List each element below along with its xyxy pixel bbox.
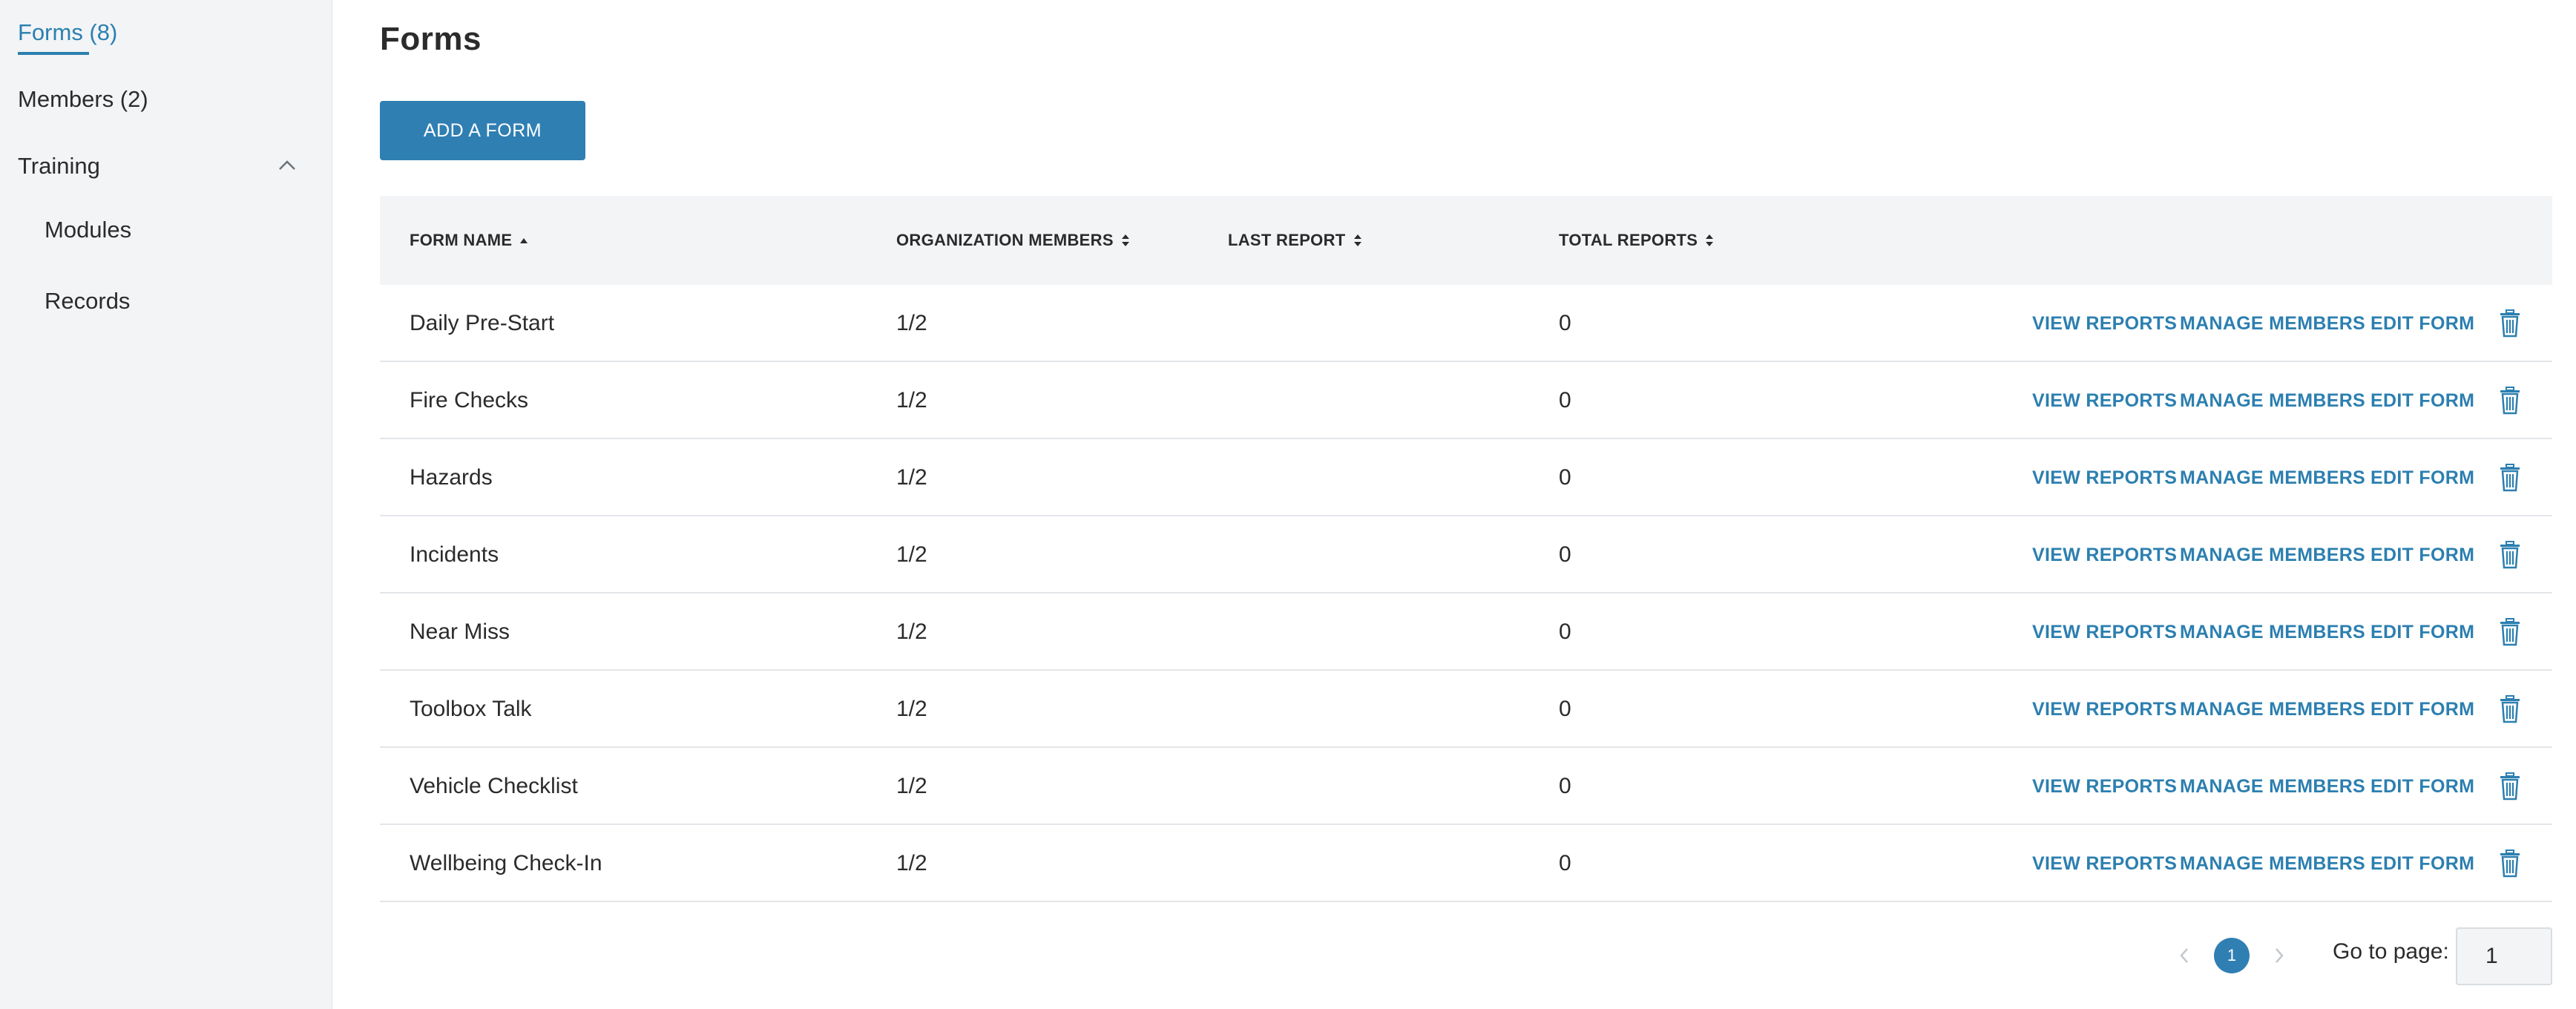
trash-icon[interactable] bbox=[2495, 594, 2525, 671]
view-reports-link[interactable]: VIEW REPORTS bbox=[2032, 825, 2177, 902]
total-reports-cell: 0 bbox=[1559, 774, 1571, 798]
page-title: Forms bbox=[380, 21, 482, 57]
edit-form-link[interactable]: EDIT FORM bbox=[2370, 362, 2474, 439]
view-reports-link[interactable]: VIEW REPORTS bbox=[2032, 285, 2177, 362]
column-header-total-reports[interactable]: TOTAL REPORTS bbox=[1559, 196, 1714, 285]
form-name-cell: Toolbox Talk bbox=[410, 697, 532, 721]
go-to-page-input[interactable] bbox=[2456, 927, 2552, 985]
total-reports-cell: 0 bbox=[1559, 465, 1571, 490]
sort-ascending-icon bbox=[520, 238, 528, 243]
manage-members-link[interactable]: MANAGE MEMBERS bbox=[2180, 671, 2365, 748]
edit-form-link[interactable]: EDIT FORM bbox=[2370, 825, 2474, 902]
column-label: LAST REPORT bbox=[1228, 231, 1346, 249]
table-row: Vehicle Checklist 1/2 0 VIEW REPORTS MANAGE … bbox=[380, 748, 2552, 825]
total-reports-cell: 0 bbox=[1559, 542, 1571, 567]
active-tab-indicator bbox=[18, 52, 89, 55]
form-name-cell: Near Miss bbox=[410, 619, 510, 644]
total-reports-cell: 0 bbox=[1559, 619, 1571, 644]
organization-members-cell: 1/2 bbox=[896, 542, 927, 567]
table-row: Incidents 1/2 0 VIEW REPORTS MANAGE MEMBERS E… bbox=[380, 516, 2552, 594]
sort-icon bbox=[1706, 234, 1714, 246]
table-body: Daily Pre-Start 1/2 0 VIEW REPORTS MANAGE ME… bbox=[380, 285, 2552, 902]
sort-icon bbox=[1121, 234, 1129, 246]
total-reports-cell: 0 bbox=[1559, 697, 1571, 721]
table-row: Fire Checks 1/2 0 VIEW REPORTS MANAGE MEMBER… bbox=[380, 362, 2552, 439]
manage-members-link[interactable]: MANAGE MEMBERS bbox=[2180, 516, 2365, 594]
trash-icon[interactable] bbox=[2495, 825, 2525, 902]
sidebar-item-modules[interactable]: Modules bbox=[45, 217, 131, 243]
trash-icon[interactable] bbox=[2495, 362, 2525, 439]
sidebar-item-records[interactable]: Records bbox=[45, 288, 130, 315]
add-form-button[interactable]: ADD A FORM bbox=[380, 101, 585, 160]
table-row: Wellbeing Check-In 1/2 0 VIEW REPORTS MANAGE… bbox=[380, 825, 2552, 902]
edit-form-link[interactable]: EDIT FORM bbox=[2370, 285, 2474, 362]
manage-members-link[interactable]: MANAGE MEMBERS bbox=[2180, 594, 2365, 671]
organization-members-cell: 1/2 bbox=[896, 465, 927, 490]
table-row: Toolbox Talk 1/2 0 VIEW REPORTS MANAGE MEMBE… bbox=[380, 671, 2552, 748]
view-reports-link[interactable]: VIEW REPORTS bbox=[2032, 594, 2177, 671]
chevron-up-icon[interactable] bbox=[276, 154, 298, 177]
column-header-form-name[interactable]: FORM NAME bbox=[410, 196, 528, 285]
form-name-cell: Fire Checks bbox=[410, 388, 529, 413]
view-reports-link[interactable]: VIEW REPORTS bbox=[2032, 671, 2177, 748]
edit-form-link[interactable]: EDIT FORM bbox=[2370, 748, 2474, 825]
form-name-cell: Wellbeing Check-In bbox=[410, 851, 602, 875]
trash-icon[interactable] bbox=[2495, 748, 2525, 825]
total-reports-cell: 0 bbox=[1559, 851, 1571, 875]
table-header: FORM NAME ORGANIZATION MEMBERS LAST REPO… bbox=[380, 196, 2552, 285]
trash-icon[interactable] bbox=[2495, 516, 2525, 594]
table-row: Hazards 1/2 0 VIEW REPORTS MANAGE MEMBERS EDI… bbox=[380, 439, 2552, 516]
manage-members-link[interactable]: MANAGE MEMBERS bbox=[2180, 748, 2365, 825]
column-header-last-report[interactable]: LAST REPORT bbox=[1228, 196, 1362, 285]
manage-members-link[interactable]: MANAGE MEMBERS bbox=[2180, 825, 2365, 902]
organization-members-cell: 1/2 bbox=[896, 697, 927, 721]
form-name-cell: Hazards bbox=[410, 465, 493, 490]
trash-icon[interactable] bbox=[2495, 285, 2525, 362]
organization-members-cell: 1/2 bbox=[896, 619, 927, 644]
organization-members-cell: 1/2 bbox=[896, 311, 927, 335]
table-row: Near Miss 1/2 0 VIEW REPORTS MANAGE MEMBERS E… bbox=[380, 594, 2552, 671]
column-label: ORGANIZATION MEMBERS bbox=[896, 231, 1114, 249]
manage-members-link[interactable]: MANAGE MEMBERS bbox=[2180, 439, 2365, 516]
edit-form-link[interactable]: EDIT FORM bbox=[2370, 516, 2474, 594]
sort-icon bbox=[1353, 234, 1361, 246]
total-reports-cell: 0 bbox=[1559, 388, 1571, 413]
page-number-button[interactable]: 1 bbox=[2214, 938, 2250, 973]
edit-form-link[interactable]: EDIT FORM bbox=[2370, 671, 2474, 748]
view-reports-link[interactable]: VIEW REPORTS bbox=[2032, 748, 2177, 825]
column-label: FORM NAME bbox=[410, 231, 513, 249]
sidebar: Forms (8) Members (2) Training Modules R… bbox=[0, 0, 332, 1009]
trash-icon[interactable] bbox=[2495, 439, 2525, 516]
table-row: Daily Pre-Start 1/2 0 VIEW REPORTS MANAGE ME… bbox=[380, 285, 2552, 362]
organization-members-cell: 1/2 bbox=[896, 774, 927, 798]
form-name-cell: Daily Pre-Start bbox=[410, 311, 555, 335]
view-reports-link[interactable]: VIEW REPORTS bbox=[2032, 439, 2177, 516]
sidebar-item-training[interactable]: Training bbox=[18, 153, 100, 180]
trash-icon[interactable] bbox=[2495, 671, 2525, 748]
manage-members-link[interactable]: MANAGE MEMBERS bbox=[2180, 362, 2365, 439]
next-page-icon[interactable] bbox=[2270, 942, 2288, 969]
forms-table: FORM NAME ORGANIZATION MEMBERS LAST REPO… bbox=[380, 196, 2552, 902]
form-name-cell: Incidents bbox=[410, 542, 499, 567]
go-to-page-label: Go to page: bbox=[2333, 939, 2449, 964]
edit-form-link[interactable]: EDIT FORM bbox=[2370, 439, 2474, 516]
view-reports-link[interactable]: VIEW REPORTS bbox=[2032, 362, 2177, 439]
organization-members-cell: 1/2 bbox=[896, 388, 927, 413]
organization-members-cell: 1/2 bbox=[896, 851, 927, 875]
edit-form-link[interactable]: EDIT FORM bbox=[2370, 594, 2474, 671]
manage-members-link[interactable]: MANAGE MEMBERS bbox=[2180, 285, 2365, 362]
column-header-organization-members[interactable]: ORGANIZATION MEMBERS bbox=[896, 196, 1130, 285]
total-reports-cell: 0 bbox=[1559, 311, 1571, 335]
previous-page-icon[interactable] bbox=[2175, 942, 2193, 969]
sidebar-item-members[interactable]: Members (2) bbox=[18, 86, 148, 113]
form-name-cell: Vehicle Checklist bbox=[410, 774, 578, 798]
column-label: TOTAL REPORTS bbox=[1559, 231, 1698, 249]
sidebar-item-forms[interactable]: Forms (8) bbox=[18, 19, 117, 46]
view-reports-link[interactable]: VIEW REPORTS bbox=[2032, 516, 2177, 594]
